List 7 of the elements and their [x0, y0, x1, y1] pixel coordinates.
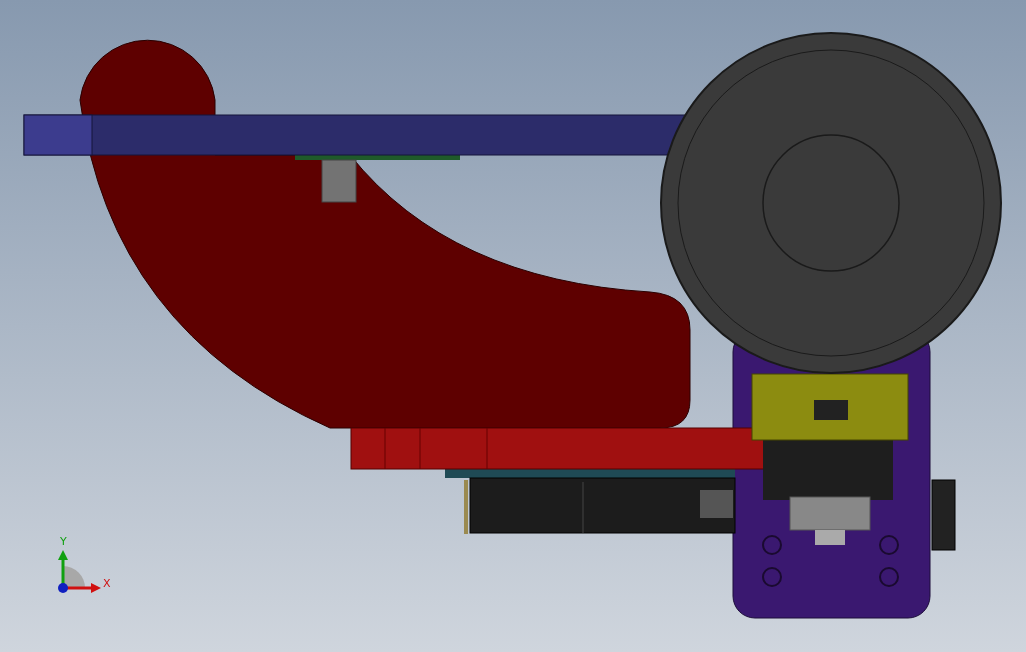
cad-viewport[interactable]: Y X — [0, 0, 1026, 652]
side-block — [931, 479, 956, 551]
axis-label: Y — [60, 535, 67, 548]
axis-triad-drawing — [58, 550, 101, 593]
pin — [464, 480, 468, 534]
connector-block — [321, 159, 357, 203]
axis-label: X — [103, 577, 111, 590]
